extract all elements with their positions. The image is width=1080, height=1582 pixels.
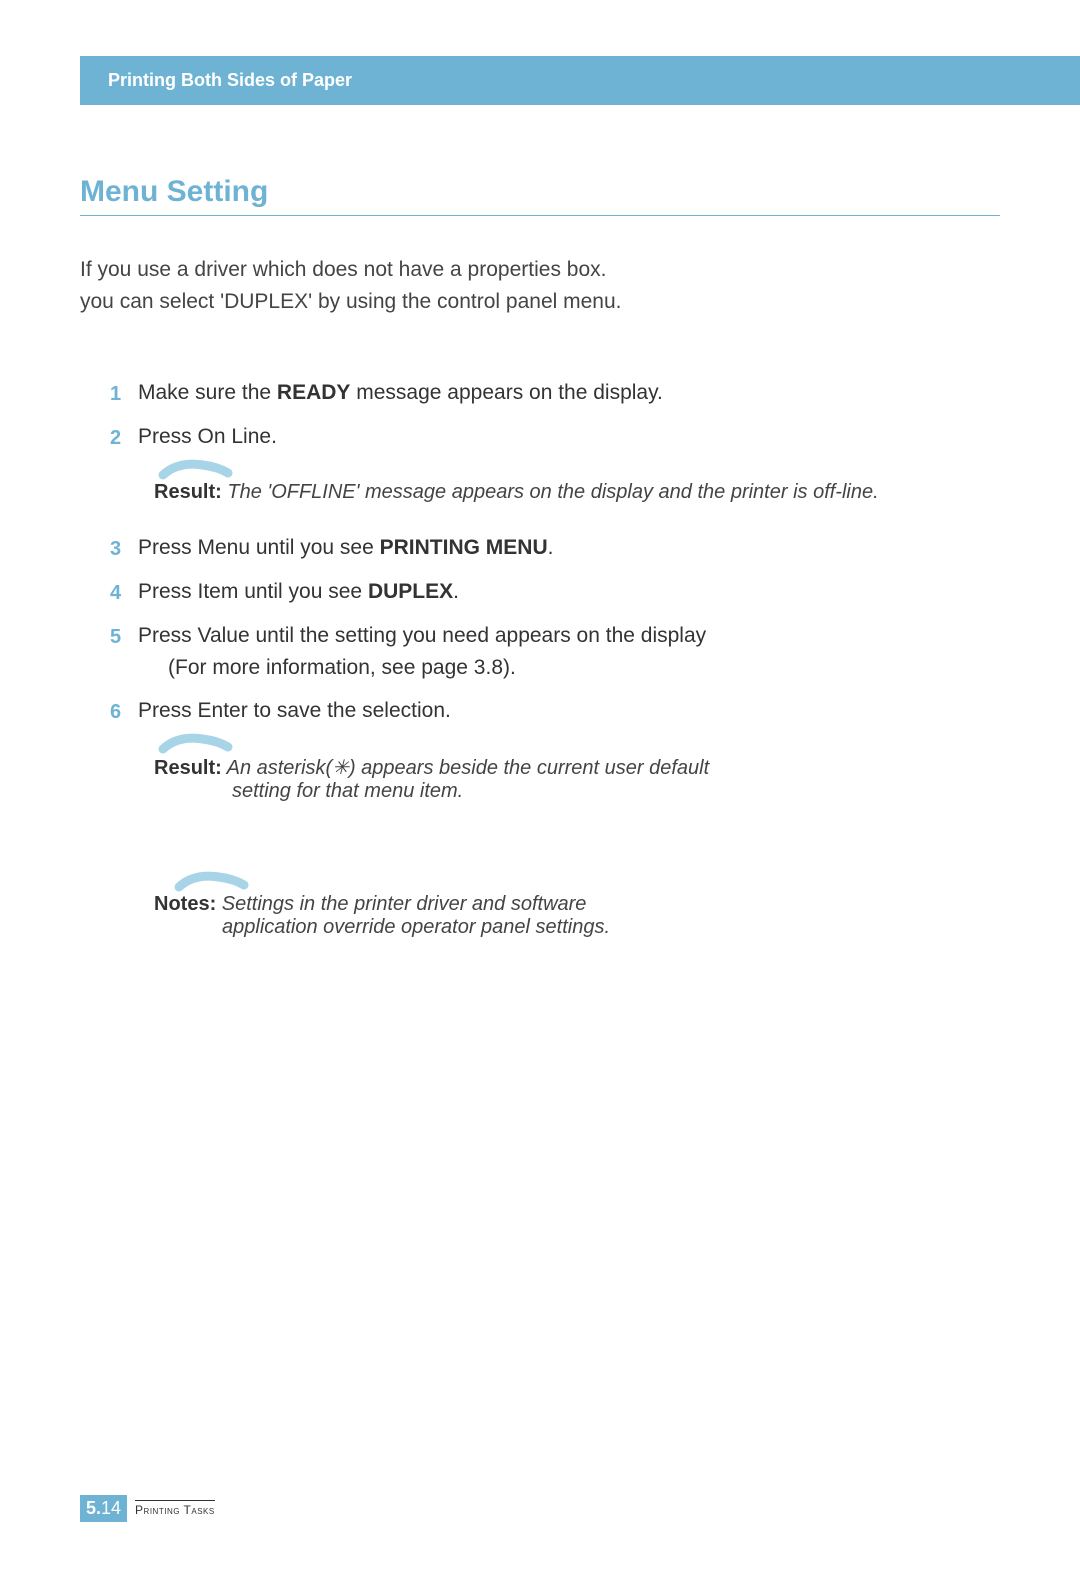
step-text: Press Enter to save the selection. [138, 695, 1000, 727]
brush-stroke-icon [158, 727, 233, 757]
step-number: 1 [110, 377, 138, 409]
page-footer: 5.14 Printing Tasks [80, 1495, 215, 1522]
step-text: Press Value until the setting you need a… [138, 620, 1000, 683]
section-title: Menu Setting [80, 175, 1000, 216]
step-item: 3 Press Menu until you see PRINTING MENU… [110, 532, 1000, 564]
notes-callout: Notes: Settings in the printer driver an… [154, 893, 1000, 939]
result-text: An asterisk(✳) appears beside the curren… [222, 757, 709, 779]
step-sub-text: (For more information, see page 3.8). [138, 652, 1000, 684]
notes-label: Notes: [154, 893, 216, 915]
intro-line-1: If you use a driver which does not have … [80, 254, 1000, 286]
step-item: 1 Make sure the READY message appears on… [110, 377, 1000, 409]
steps-list: 1 Make sure the READY message appears on… [80, 377, 1000, 939]
result-label: Result: [154, 757, 222, 779]
header-title: Printing Both Sides of Paper [108, 70, 352, 90]
step-item: 2 Press On Line. [110, 421, 1000, 453]
header-bar: Printing Both Sides of Paper [80, 56, 1080, 105]
step-number: 2 [110, 421, 138, 453]
step-item: 4 Press Item until you see DUPLEX. [110, 576, 1000, 608]
intro-line-2: you can select 'DUPLEX' by using the con… [80, 286, 1000, 318]
step-number: 3 [110, 532, 138, 564]
step-item: 6 Press Enter to save the selection. [110, 695, 1000, 727]
result-callout: Result: The 'OFFLINE' message appears on… [138, 481, 1000, 504]
step-text: Press Menu until you see PRINTING MENU. [138, 532, 1000, 564]
notes-text-line2: application override operator panel sett… [154, 916, 1000, 939]
step-text: Press On Line. [138, 421, 1000, 453]
result-text: The 'OFFLINE' message appears on the dis… [222, 481, 879, 503]
step-number: 5 [110, 620, 138, 652]
result-callout: Result: An asterisk(✳) appears beside th… [138, 755, 1000, 803]
page-chapter-number: 5. [86, 1498, 101, 1518]
result-text-line2: setting for that menu item. [154, 780, 1000, 803]
step-number: 6 [110, 695, 138, 727]
result-label: Result: [154, 481, 222, 503]
notes-text: Settings in the printer driver and softw… [216, 893, 586, 915]
page-section-number: 14 [101, 1498, 121, 1518]
intro-text: If you use a driver which does not have … [80, 254, 1000, 317]
step-text: Press Item until you see DUPLEX. [138, 576, 1000, 608]
content-area: Menu Setting If you use a driver which d… [0, 175, 1080, 939]
step-text: Make sure the READY message appears on t… [138, 377, 1000, 409]
step-item: 5 Press Value until the setting you need… [110, 620, 1000, 683]
page-number-badge: 5.14 [80, 1495, 127, 1522]
step-number: 4 [110, 576, 138, 608]
brush-stroke-icon [158, 453, 233, 483]
chapter-name-label: Printing Tasks [135, 1500, 215, 1517]
brush-stroke-icon [174, 865, 249, 895]
